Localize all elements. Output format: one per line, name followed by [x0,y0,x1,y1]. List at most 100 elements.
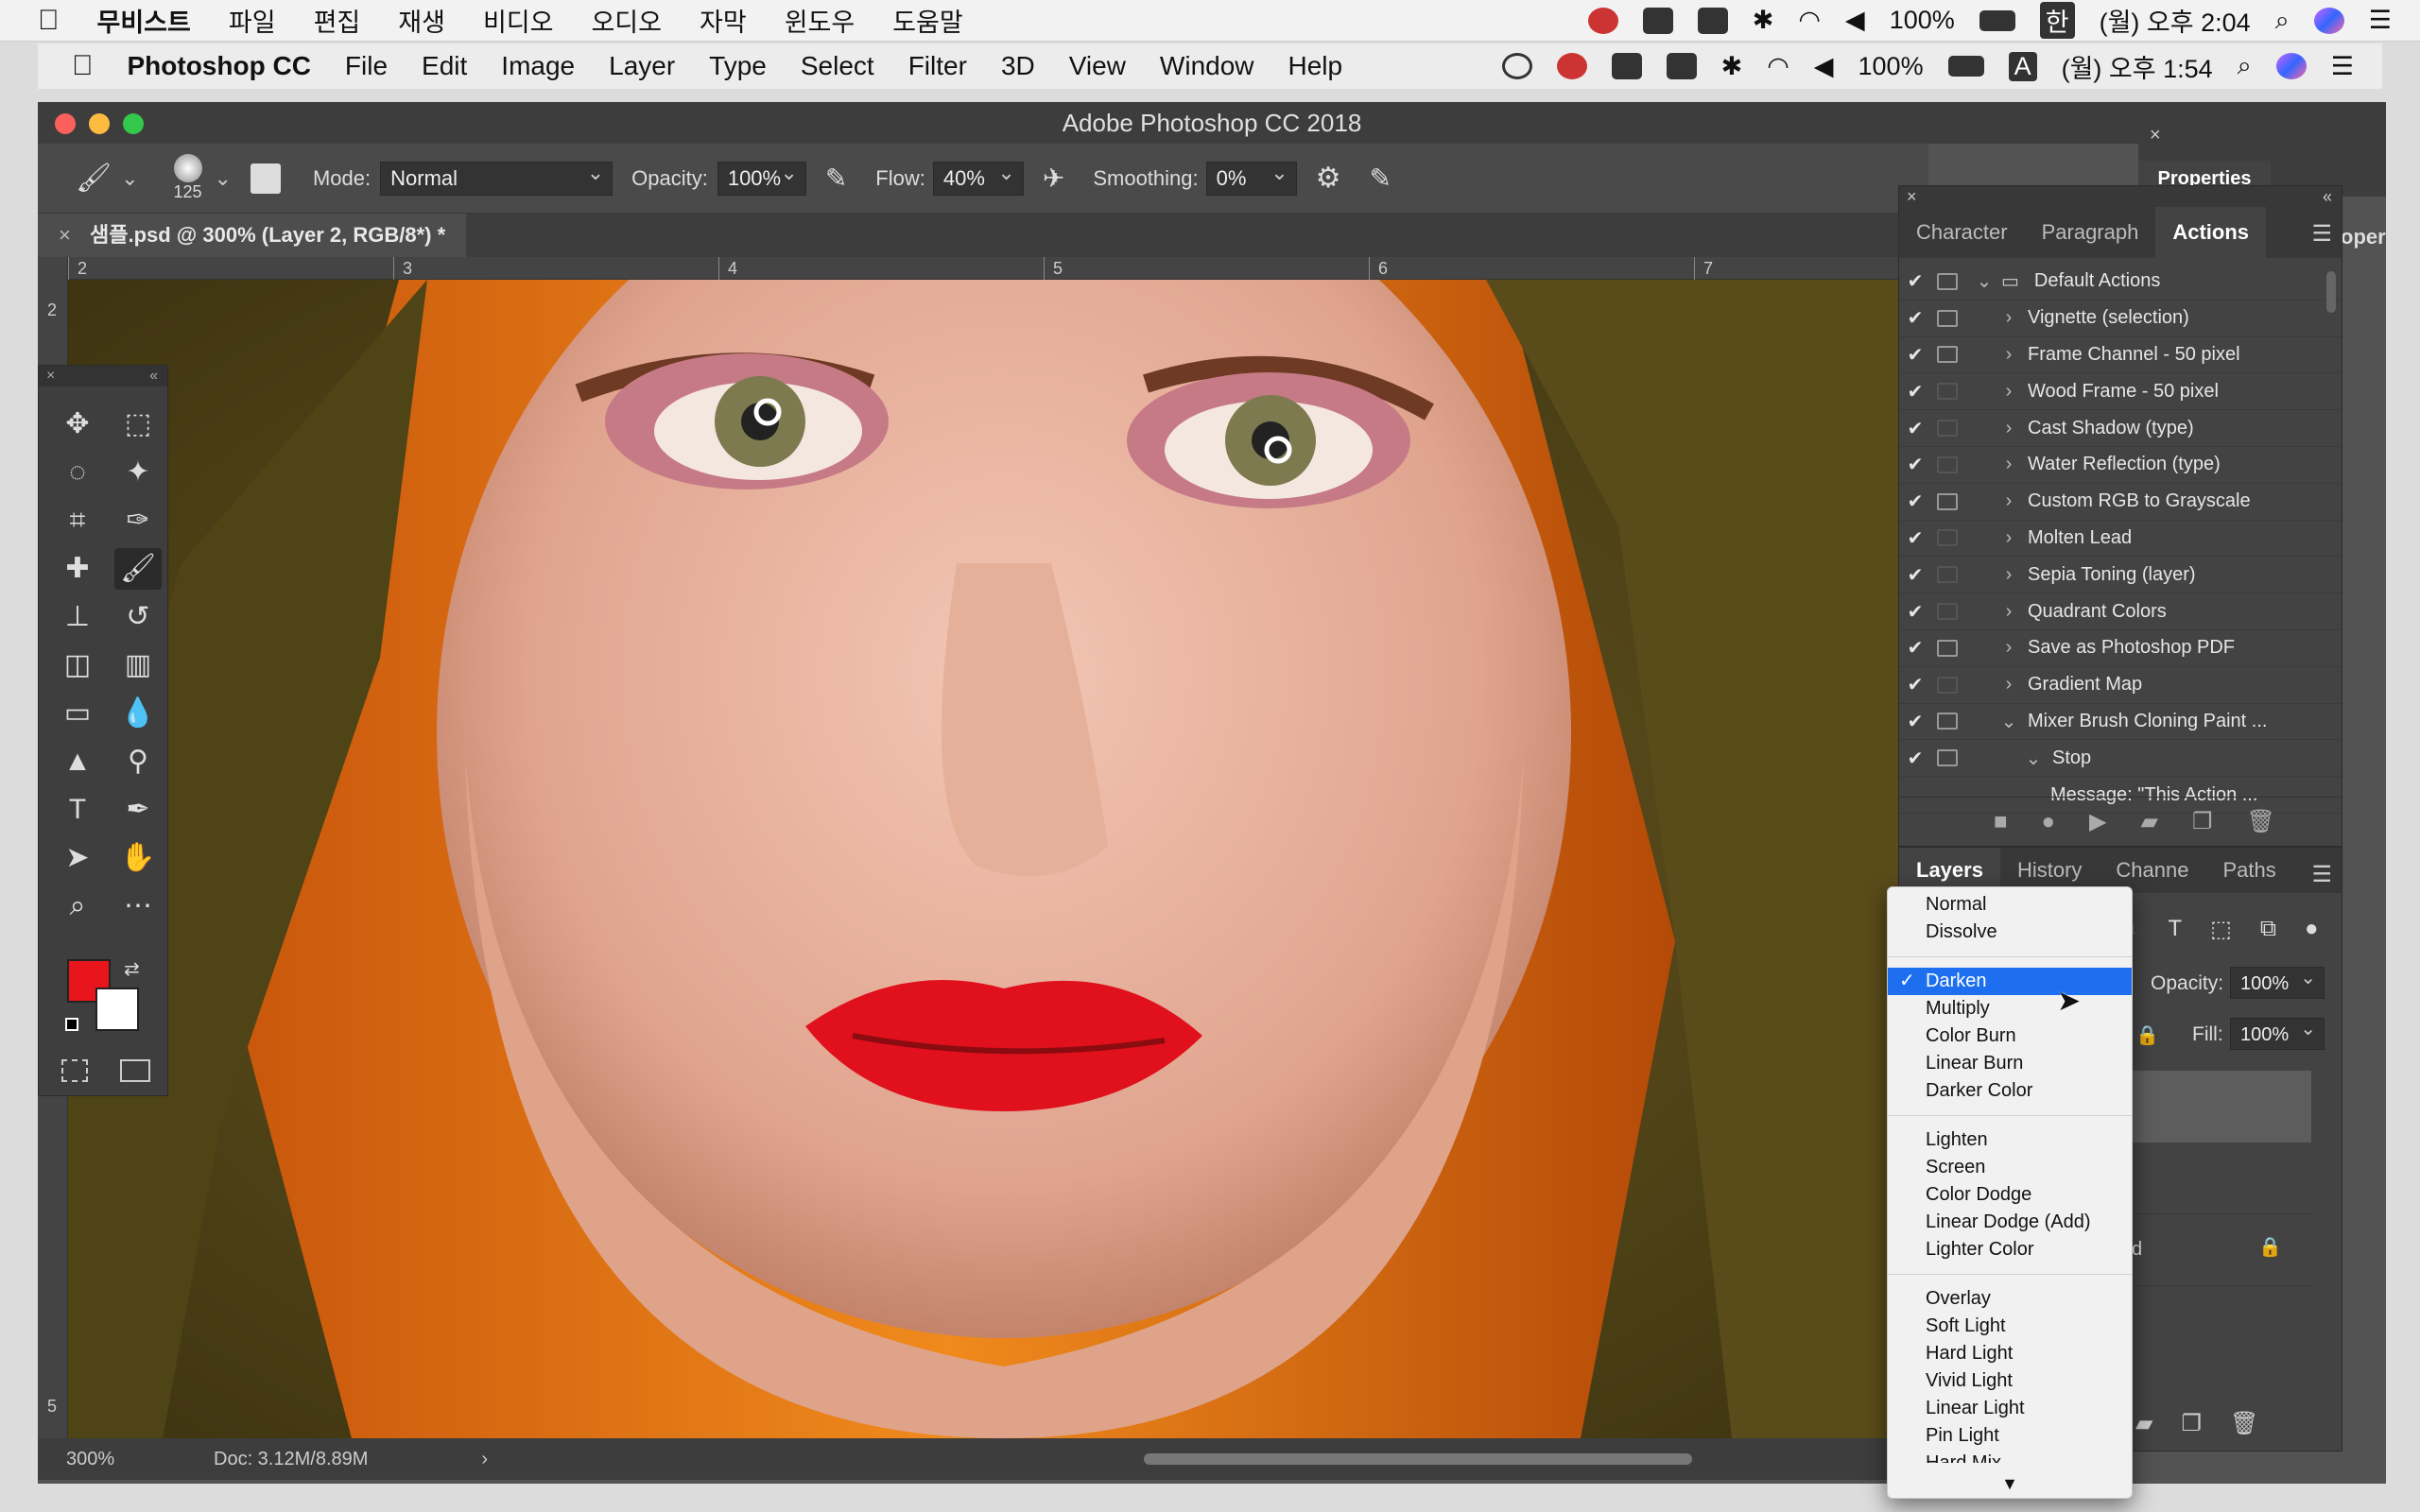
pressure-size-icon[interactable]: ✎ [1370,163,1392,194]
input-source[interactable]: A [2008,51,2037,81]
brush-size-picker[interactable]: 125 [167,154,209,202]
apple-icon[interactable]:  [72,50,94,82]
menu-image[interactable]: Image [501,51,575,81]
outer-menu-item[interactable]: 재생 [398,2,445,39]
close-panel-icon[interactable]: × [2150,125,2161,146]
chevron-right-icon[interactable]: › [1996,601,2022,623]
blend-mode-option[interactable]: Soft Light [1888,1313,2132,1340]
eyedropper-tool-icon[interactable]: ✑ [114,500,162,541]
filter-toggle-icon[interactable]: ● [2305,916,2319,943]
chevron-down-icon[interactable]: ⌄ [215,166,232,191]
checkmark-icon[interactable]: ✔ [1899,600,1931,624]
checkmark-icon[interactable]: ✔ [1899,673,1931,696]
notification-badge-icon[interactable] [1556,53,1587,79]
tab-character[interactable]: Character [1899,207,2025,258]
outer-menu-item[interactable]: 자막 [700,2,747,39]
horizontal-scrollbar[interactable] [1144,1453,1692,1465]
history-brush-tool-icon[interactable]: ↺ [114,596,162,638]
checkmark-icon[interactable]: ✔ [1899,490,1931,513]
crop-tool-icon[interactable]: ⌗ [54,500,101,541]
blend-mode-option[interactable]: Linear Dodge (Add) [1888,1209,2132,1236]
new-action-icon[interactable]: ❐ [2192,808,2213,835]
chevron-right-icon[interactable]: › [1996,307,2022,329]
chevron-right-icon[interactable]: › [1996,381,2022,403]
minimize-window-button[interactable] [89,113,110,134]
tab-paragraph[interactable]: Paragraph [2025,207,2156,258]
gear-icon[interactable]: ⚙ [1316,162,1341,195]
dialog-toggle-icon[interactable] [1937,346,1958,364]
action-row[interactable]: ✔ › Save as Photoshop PDF [1899,630,2342,667]
record-icon[interactable] [1501,53,1532,79]
blend-mode-option[interactable]: Color Burn [1888,1022,2132,1050]
play-icon[interactable]: ▶ [2089,808,2106,835]
checkmark-icon[interactable]: ✔ [1899,306,1931,330]
wifi-icon[interactable]: ◠ [1798,6,1821,35]
quick-mask-icon[interactable] [61,1059,88,1082]
background-color-swatch[interactable] [95,988,139,1031]
blend-mode-option[interactable]: Lighter Color [1888,1236,2132,1263]
smart-object-filter-icon[interactable]: ⧉ [2260,916,2276,943]
spotlight-icon[interactable]: ⌕ [2238,51,2252,81]
document-tab[interactable]: × 샘플.psd @ 300% (Layer 2, RGB/8*) * [38,214,467,257]
blend-mode-option[interactable]: Overlay [1888,1285,2132,1313]
layer-opacity-field[interactable]: 100% [2230,962,2325,999]
menu-window[interactable]: Window [1160,51,1254,81]
menu-file[interactable]: File [345,51,388,81]
bluetooth-icon[interactable]: ✱ [1721,52,1743,81]
collapse-icon[interactable]: « [2323,186,2332,207]
actions-scrollbar[interactable] [2326,271,2336,313]
trash-icon[interactable]: 🗑 [2230,1410,2258,1437]
swap-colors-icon[interactable]: ⇄ [124,957,140,981]
outer-menu-item[interactable]: 오디오 [591,2,662,39]
action-row[interactable]: ✔ › Frame Channel - 50 pixel [1899,337,2342,374]
dialog-toggle-icon[interactable] [1937,749,1958,767]
chevron-right-icon[interactable]: › [1996,344,2022,366]
smoothing-field[interactable]: 0% [1205,157,1297,196]
blend-mode-option[interactable]: Lighten [1888,1126,2132,1154]
chevron-right-icon[interactable]: › [1996,674,2022,696]
close-window-button[interactable] [55,113,76,134]
shape-tool-icon[interactable]: ▭ [54,693,101,734]
notification-badge-icon[interactable] [1587,7,1618,34]
blend-mode-option[interactable]: Linear Burn [1888,1050,2132,1077]
apple-icon[interactable]:  [38,5,60,37]
panel-menu-icon[interactable]: ☰ [2311,861,2332,888]
bluetooth-icon[interactable]: ✱ [1753,6,1774,35]
screen-mode-icon[interactable] [120,1059,150,1082]
layer-fill-field[interactable]: 100% [2230,1013,2325,1050]
brush-settings-panel-icon[interactable] [250,163,281,194]
dialog-toggle-icon[interactable] [1937,676,1958,694]
outer-menu-item[interactable]: 비디오 [483,2,554,39]
blend-mode-option[interactable]: Color Dodge [1888,1181,2132,1209]
battery-icon[interactable] [1947,56,1984,77]
shape-filter-icon[interactable]: ⬚ [2210,916,2232,943]
action-row[interactable]: ✔ › Custom RGB to Grayscale [1899,484,2342,521]
chevron-right-icon[interactable]: › [1996,454,2022,475]
menu-help[interactable]: Help [1288,51,1343,81]
action-row[interactable]: ✔ › Gradient Map [1899,667,2342,704]
chevron-right-icon[interactable]: › [1996,564,2022,586]
chevron-right-icon[interactable]: › [1996,637,2022,659]
action-row[interactable]: ✔ › Sepia Toning (layer) [1899,557,2342,594]
menu-edit[interactable]: Edit [422,51,467,81]
chevron-right-icon[interactable]: › [481,1449,488,1470]
properties-tab-fragment[interactable]: oper [2341,225,2386,249]
input-source[interactable]: 한 [2039,2,2075,39]
airdrop-icon[interactable] [1642,7,1673,34]
volume-icon[interactable]: ◀ [1845,6,1865,35]
clock[interactable]: (월) 오후 2:04 [2100,2,2251,39]
scroll-down-arrow-icon[interactable]: ▼ [1888,1474,2132,1494]
menu-type[interactable]: Type [709,51,767,81]
action-row[interactable]: ✔ ⌄ ▭ Default Actions [1899,264,2342,301]
flow-field[interactable]: 40% [932,157,1024,196]
checkmark-icon[interactable]: ✔ [1899,453,1931,476]
blend-mode-option[interactable]: ✓ Darken [1888,968,2132,995]
dialog-toggle-icon[interactable] [1937,603,1958,621]
folder-icon[interactable]: ▰ [2140,808,2157,835]
checkmark-icon[interactable]: ✔ [1899,526,1931,550]
dialog-toggle-icon[interactable] [1937,492,1958,510]
dialog-toggle-icon[interactable] [1937,529,1958,547]
brush-tool-preset-icon[interactable]: 🖌 [76,162,112,195]
blend-mode-option[interactable]: Normal [1888,891,2132,919]
zoom-tool-icon[interactable]: ⌕ [54,885,101,927]
